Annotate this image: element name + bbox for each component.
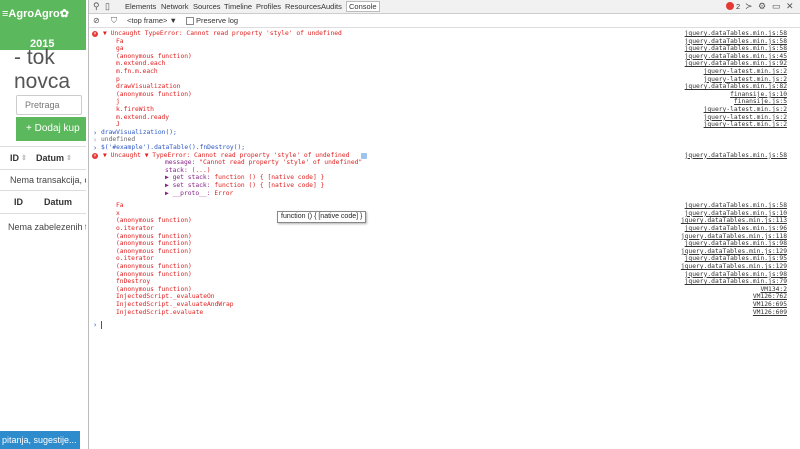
app-brand-logo[interactable]: ≡AgroAgro✿ (2, 7, 69, 20)
tab-timeline[interactable]: Timeline (224, 2, 252, 11)
prompt-icon: › (93, 321, 98, 330)
tab-profiles[interactable]: Profiles (256, 2, 281, 11)
preserve-log-checkbox[interactable] (186, 17, 194, 25)
frame-select-value: <top frame> (127, 16, 168, 25)
console-prompt[interactable]: › (89, 321, 800, 330)
console-output: × ▼ Uncaught TypeError: Cannot read prope… (89, 28, 800, 449)
tab-elements[interactable]: Elements (125, 2, 156, 11)
show-drawer-icon[interactable]: ≻ (745, 1, 753, 12)
records-table-header: ID Datum (0, 190, 86, 214)
sort-icon: ⇕ (66, 155, 72, 162)
error-count-icon[interactable] (726, 2, 734, 10)
error-count[interactable]: 2 (736, 2, 740, 11)
info-icon[interactable] (361, 152, 367, 159)
settings-gear-icon[interactable]: ⚙ (758, 1, 766, 12)
page-title: - tok novca (14, 46, 70, 94)
console-filter-bar: ⊘ ⛉ <top frame> ▼ Preserve log (89, 14, 800, 28)
column-datum[interactable]: Datum ⇕ (36, 147, 72, 169)
devtools-toolbar: ⚲ ▯ Elements Network Sources Timeline Pr… (89, 0, 800, 14)
page-title-line2: novca (14, 70, 71, 93)
preserve-log-label: Preserve log (196, 16, 239, 25)
tab-audits[interactable]: Audits (321, 2, 342, 11)
inspect-search-icon[interactable]: ⚲ (93, 1, 100, 12)
tab-resources[interactable]: Resources (285, 2, 321, 11)
devtools-panel: ⚲ ▯ Elements Network Sources Timeline Pr… (88, 0, 800, 449)
close-icon[interactable]: ✕ (786, 1, 794, 12)
tab-network[interactable]: Network (161, 2, 189, 11)
tab-console[interactable]: Console (346, 1, 380, 12)
error-icon: × (92, 152, 98, 159)
records-empty-message: Nema zabelezenih tr (8, 222, 86, 232)
transactions-table-header: ID ⇕ Datum ⇕ (0, 146, 86, 170)
frame-select[interactable]: <top frame> ▼ (127, 16, 177, 25)
tooltip: function () { [native code] } (277, 211, 367, 223)
filter-icon[interactable]: ⛉ (111, 15, 117, 26)
text-caret (101, 321, 102, 330)
table-empty-message: Nema transakcija, c (0, 169, 86, 191)
column-datum: Datum (44, 197, 73, 207)
feedback-tab[interactable]: pitanja, sugestije... (0, 431, 80, 449)
sort-icon: ⇕ (21, 155, 27, 162)
app-panel: ≡AgroAgro✿ 2015 - tok novca Pretraga + D… (0, 0, 86, 449)
device-mode-icon[interactable]: ▯ (105, 1, 110, 12)
page-title-line1: - tok (14, 46, 55, 69)
dock-side-icon[interactable]: ▭ (772, 1, 781, 12)
clear-console-icon[interactable]: ⊘ (93, 15, 100, 26)
search-input[interactable]: Pretraga (16, 95, 82, 115)
add-purchase-button[interactable]: + Dodaj kup (16, 117, 86, 141)
app-header: ≡AgroAgro✿ 2015 (0, 0, 86, 50)
error-icon: × (92, 31, 98, 37)
column-id-label: ID (10, 153, 19, 163)
column-datum-label: Datum (36, 153, 65, 163)
tab-sources[interactable]: Sources (193, 2, 221, 11)
chevron-down-icon: ▼ (169, 16, 177, 25)
column-id[interactable]: ID ⇕ (10, 147, 27, 169)
column-id: ID (14, 197, 23, 207)
